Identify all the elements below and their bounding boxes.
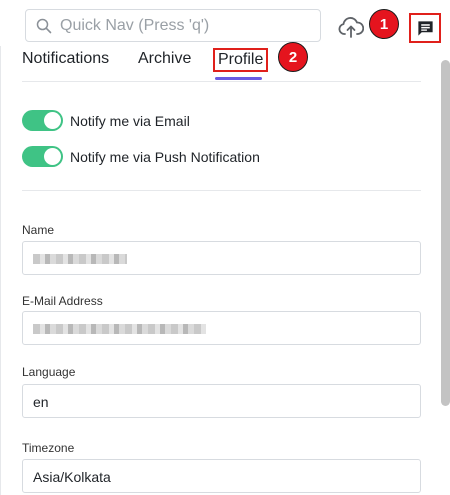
annotation-badge-2: 2 <box>278 42 308 72</box>
email-field[interactable] <box>22 311 421 345</box>
profile-panel: Notifications Archive Profile Notify me … <box>0 46 450 495</box>
language-label: Language <box>22 365 76 379</box>
tab-notifications[interactable]: Notifications <box>22 50 109 68</box>
name-field[interactable] <box>22 241 421 275</box>
toggle-knob <box>44 148 61 165</box>
timezone-label: Timezone <box>22 441 75 455</box>
search-icon <box>36 18 52 34</box>
timezone-value: Asia/Kolkata <box>33 469 111 485</box>
annotation-badge-1: 1 <box>369 9 399 39</box>
language-field[interactable]: en <box>22 384 421 418</box>
message-icon <box>418 21 433 36</box>
top-bar: 1 <box>0 0 450 46</box>
quick-nav-search[interactable] <box>25 9 321 42</box>
cloud-upload-icon[interactable] <box>338 16 364 38</box>
name-label: Name <box>22 223 55 237</box>
section-divider <box>22 190 421 191</box>
quick-nav-input[interactable] <box>60 15 310 37</box>
panel-scrollbar[interactable] <box>441 60 450 406</box>
redacted-value <box>33 324 206 334</box>
language-value: en <box>33 394 49 410</box>
active-tab-indicator <box>215 77 262 80</box>
messages-button[interactable] <box>409 13 441 43</box>
timezone-field[interactable]: Asia/Kolkata <box>22 459 421 493</box>
push-notification-toggle[interactable] <box>22 146 63 167</box>
email-notification-toggle[interactable] <box>22 110 63 131</box>
tab-profile[interactable]: Profile <box>213 48 269 72</box>
email-notification-label: Notify me via Email <box>70 112 190 129</box>
push-notification-row: Notify me via Push Notification <box>22 146 260 167</box>
email-label: E-Mail Address <box>22 294 103 308</box>
panel-tabs: Notifications Archive Profile <box>22 46 421 82</box>
redacted-value <box>33 254 127 264</box>
tab-archive[interactable]: Archive <box>138 50 191 68</box>
push-notification-label: Notify me via Push Notification <box>70 148 260 165</box>
email-notification-row: Notify me via Email <box>22 110 190 131</box>
toggle-knob <box>44 112 61 129</box>
